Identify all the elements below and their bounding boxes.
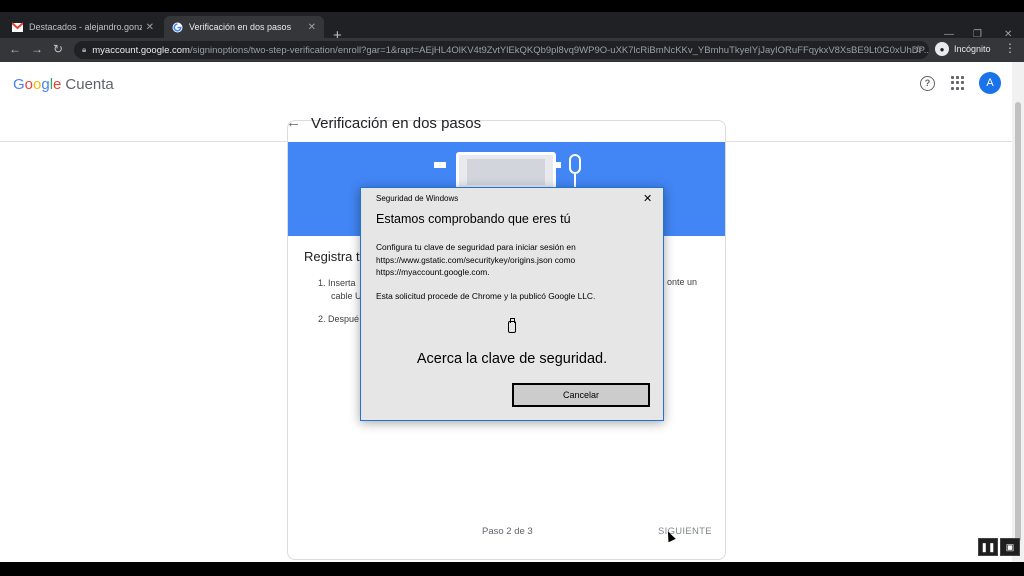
back-icon[interactable]: ← [9,42,21,56]
register-heading: Registra t [304,249,360,264]
dialog-heading: Estamos comprobando que eres tú [376,212,571,226]
apps-grid-icon[interactable] [951,76,965,90]
scrollbar-thumb[interactable] [1015,102,1021,542]
page-scrollbar[interactable] [1012,62,1024,562]
cancel-button[interactable]: Cancelar [512,383,650,407]
gmail-icon [11,21,24,33]
tab-title: Verificación en dos pasos [189,22,292,32]
url-text: myaccount.google.com/signinoptions/two-s… [92,44,929,56]
laptop-shape [456,152,556,190]
instruction-step-1-tail: onte un [667,277,698,287]
help-icon[interactable]: ? [920,76,935,91]
google-icon [172,22,183,33]
forward-icon[interactable]: → [31,42,43,56]
dialog-caption: Seguridad de Windows [376,194,459,203]
google-account-logo[interactable]: Google Cuenta [13,76,114,93]
step-indicator: Paso 2 de 3 [482,526,533,537]
browser-toolbar: ← → ↻ 🔒︎ myaccount.google.com/signinopti… [0,38,1024,62]
incognito-label: Incógnito [954,44,991,54]
incognito-icon: ● [935,42,949,56]
google-logo: Google [13,76,62,93]
letterbox-top [0,0,1024,12]
avatar[interactable]: A [979,72,1001,94]
usb-port-shape [434,162,446,168]
back-arrow-icon[interactable]: ← [286,114,301,131]
usb-key-icon [508,318,516,333]
pause-icon[interactable]: ❚❚ [978,538,998,556]
dialog-prompt: Acerca la clave de seguridad. [416,351,608,367]
security-key-shape [569,154,581,174]
instruction-step-2: 2. Despué [318,314,360,324]
address-bar[interactable]: 🔒︎ myaccount.google.com/signinoptions/tw… [74,41,929,59]
product-name: Cuenta [65,76,114,93]
dialog-body: Configura tu clave de seguridad para ini… [376,242,576,277]
lock-icon: 🔒︎ [82,45,87,54]
dialog-close-icon[interactable]: ✕ [643,192,652,205]
page-title: Verificación en dos pasos [311,115,482,132]
instruction-step-1-cont: cable U [331,291,362,301]
tab-two-step[interactable]: Verificación en dos pasos ✕ [164,16,324,38]
bookmark-star-icon[interactable]: ☆ [913,43,923,56]
tab-title: Destacados - alejandro.gonzalez [29,22,142,32]
tab-close-icon[interactable]: ✕ [146,22,154,33]
dialog-note: Esta solicitud procede de Chrome y la pu… [376,291,596,301]
browser-menu-icon[interactable]: ⋮ [1004,41,1016,55]
usb-port-shape [553,162,561,168]
reload-icon[interactable]: ↻ [53,42,63,56]
windows-security-dialog: Seguridad de Windows ✕ Estamos comproban… [360,187,664,421]
picture-in-picture-icon[interactable]: ▣ [1000,538,1020,556]
tab-gmail[interactable]: Destacados - alejandro.gonzalez ✕ [4,16,162,38]
tab-close-icon[interactable]: ✕ [308,22,316,33]
letterbox-bottom [0,562,1024,576]
instruction-step-1: 1. Inserta [318,278,356,288]
incognito-indicator[interactable]: ● Incógnito [935,42,991,56]
tab-bar: Destacados - alejandro.gonzalez ✕ Verifi… [0,12,1024,43]
